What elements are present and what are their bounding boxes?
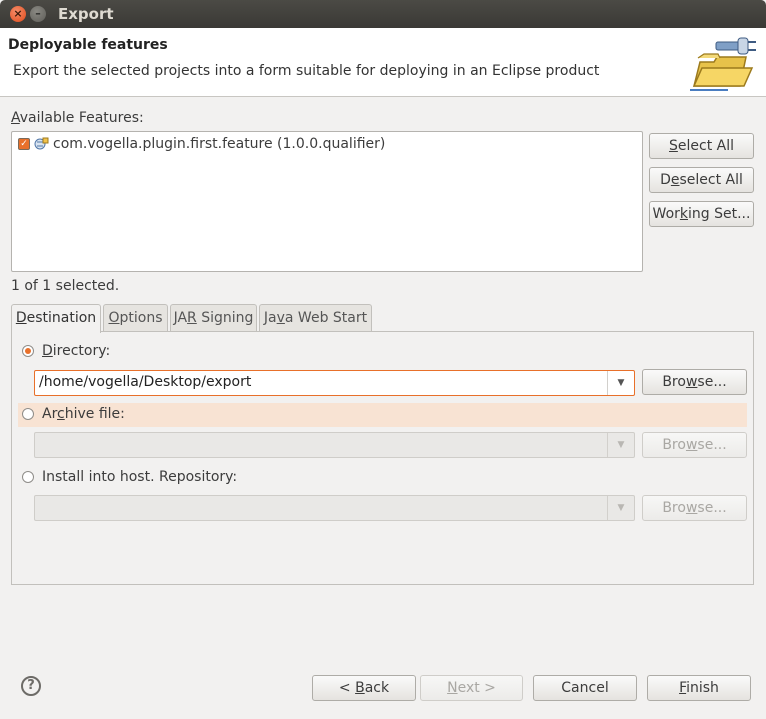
repository-browse-button: Browse... [642, 495, 747, 521]
back-text: < Back [338, 680, 390, 696]
tab-options-text: Options [108, 310, 163, 326]
tab-jar-signing-text: JAR Signing [173, 310, 254, 326]
close-icon[interactable]: × [10, 6, 26, 22]
directory-label: Directory: [42, 343, 110, 359]
export-folder-icon [690, 37, 756, 91]
feature-list[interactable]: ✓ com.vogella.plugin.first.feature (1.0.… [11, 131, 643, 272]
list-item[interactable]: ✓ com.vogella.plugin.first.feature (1.0.… [18, 136, 385, 152]
tab-destination[interactable]: Destination [11, 304, 101, 333]
next-button: Next > [420, 675, 523, 701]
title-bar: × – Export [0, 0, 766, 28]
directory-browse-text: Browse... [662, 374, 727, 390]
tab-java-web-start-text: Java Web Start [263, 310, 368, 326]
minimize-icon[interactable]: – [30, 6, 46, 22]
window-title: Export [58, 5, 114, 23]
destination-panel: Directory: /home/vogella/Desktop/export … [11, 331, 754, 585]
deselect-all-button[interactable]: Deselect All [649, 167, 754, 193]
select-all-button[interactable]: Select All [649, 133, 754, 159]
directory-radio[interactable] [22, 345, 34, 357]
selection-count: 1 of 1 selected. [11, 278, 120, 294]
back-button[interactable]: < Back [312, 675, 416, 701]
repository-radio-row[interactable]: Install into host. Repository: [22, 469, 237, 485]
select-all-text: Select All [669, 138, 734, 154]
archive-browse-button: Browse... [642, 432, 747, 458]
archive-row-highlight [18, 403, 747, 427]
page-title: Deployable features [8, 37, 168, 53]
feature-plugin-icon [34, 137, 49, 150]
directory-label-text: Directory: [42, 343, 111, 359]
repository-combo: ▼ [34, 495, 635, 521]
feature-label: com.vogella.plugin.first.feature (1.0.0.… [53, 136, 386, 152]
directory-combo[interactable]: /home/vogella/Desktop/export ▼ [34, 370, 635, 396]
archive-label-text: Archive file: [42, 406, 125, 422]
chevron-down-icon: ▼ [607, 433, 634, 457]
next-text: Next > [447, 680, 496, 696]
archive-radio[interactable] [22, 408, 34, 420]
tab-java-web-start[interactable]: Java Web Start [259, 304, 372, 331]
repository-radio[interactable] [22, 471, 34, 483]
tab-destination-text: Destination [15, 310, 97, 326]
repository-browse-text: Browse... [662, 500, 727, 516]
archive-label: Archive file: [42, 406, 125, 422]
directory-browse-button[interactable]: Browse... [642, 369, 747, 395]
directory-radio-row[interactable]: Directory: [22, 343, 110, 359]
tab-options[interactable]: Options [103, 304, 168, 331]
cancel-button[interactable]: Cancel [533, 675, 637, 701]
repository-label: Install into host. Repository: [42, 469, 238, 485]
tab-jar-signing[interactable]: JAR Signing [170, 304, 257, 331]
archive-radio-row[interactable]: Archive file: [22, 406, 125, 422]
feature-checkbox[interactable]: ✓ [18, 138, 30, 150]
working-set-text: Working Set... [652, 206, 751, 222]
available-features-label: Available Features: [11, 110, 144, 126]
archive-combo: ▼ [34, 432, 635, 458]
chevron-down-icon[interactable]: ▼ [607, 371, 634, 395]
directory-input[interactable]: /home/vogella/Desktop/export [39, 374, 251, 390]
finish-button[interactable]: Finish [647, 675, 751, 701]
wizard-header: Deployable features Export the selected … [0, 28, 766, 97]
help-icon[interactable]: ? [21, 676, 41, 696]
deselect-all-text: Deselect All [660, 172, 743, 188]
chevron-down-icon: ▼ [607, 496, 634, 520]
working-set-button[interactable]: Working Set... [649, 201, 754, 227]
archive-browse-text: Browse... [662, 437, 727, 453]
finish-text: Finish [679, 680, 719, 696]
page-description: Export the selected projects into a form… [13, 63, 600, 79]
